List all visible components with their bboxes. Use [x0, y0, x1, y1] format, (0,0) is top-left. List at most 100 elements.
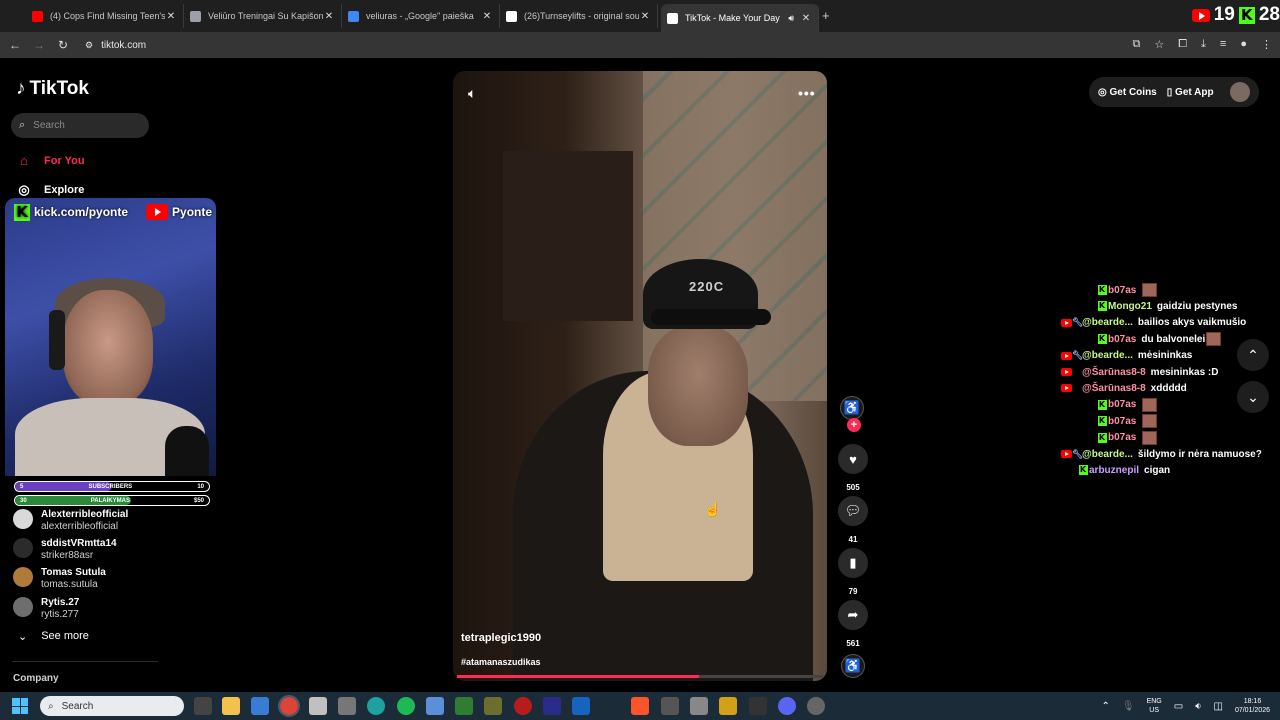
more-options-icon[interactable]: •••	[798, 85, 816, 101]
reload-icon[interactable]: ↻	[51, 38, 75, 52]
clock[interactable]: 18:16 07/01/2026	[1235, 697, 1270, 715]
taskbar-search[interactable]: ⌕ Search	[40, 696, 184, 716]
video-player[interactable]: 220C 🔈︎ ••• tetraplegic1990 #atamanaszud…	[453, 71, 827, 681]
app-icon[interactable]	[514, 697, 532, 715]
browser-tab[interactable]: (4) Cops Find Missing Teen's Bo✕	[26, 4, 184, 28]
tiktok-icon	[506, 10, 517, 22]
get-coins-button[interactable]: ◎ Get Coins	[1098, 87, 1157, 98]
nav-for-you[interactable]: ⌂ For You	[16, 153, 84, 168]
close-tab-icon[interactable]: ✕	[323, 11, 335, 22]
close-tab-icon[interactable]: ✕	[481, 11, 493, 22]
comment-action[interactable]: 💬︎ 41	[838, 496, 868, 544]
tiktok-logo-text: TikTok	[29, 78, 89, 99]
kick-icon: K	[1238, 6, 1255, 24]
app-icon[interactable]	[661, 697, 679, 715]
app-icon[interactable]	[572, 697, 590, 715]
following-account[interactable]: Alexterribleofficial alexterribleofficial	[13, 509, 128, 533]
phone-icon: ▯	[1166, 86, 1173, 98]
app-icon[interactable]	[484, 697, 502, 715]
task-view-icon[interactable]	[194, 697, 212, 715]
share-icon[interactable]: ➦	[838, 600, 868, 630]
browser-menu-icon[interactable]: ⋮	[1261, 38, 1272, 51]
tray-chevron-up-icon[interactable]: ⌃	[1101, 701, 1109, 712]
file-explorer-icon[interactable]	[222, 697, 240, 715]
browser-tab[interactable]: TikTok - Make Your Day 🔊︎ ✕	[661, 4, 819, 32]
app-icon[interactable]	[690, 697, 708, 715]
comment-count: 41	[848, 535, 858, 544]
follow-plus-button[interactable]: +	[847, 418, 861, 432]
close-tab-icon[interactable]: ✕	[165, 11, 177, 22]
following-account[interactable]: sddistVRmtta14 striker88asr	[13, 538, 117, 562]
chevron-down-icon: ⌄	[1247, 388, 1259, 405]
video-hashtag[interactable]: #atamanaszudikas	[461, 657, 541, 667]
share-action[interactable]: ➦ 561	[838, 600, 868, 648]
display-icon[interactable]: ▭	[1174, 701, 1183, 712]
following-account[interactable]: Tomas Sutula tomas.sutula	[13, 567, 106, 591]
chat-message: 🔧︎ @bearde... šildymo ir nėra namuose?	[1060, 446, 1262, 462]
video-progress-bar[interactable]	[457, 675, 823, 678]
spotify-icon[interactable]	[397, 697, 415, 715]
browser-tab[interactable]: (26)Turnseylifts - original sound ✕	[500, 4, 658, 28]
media-control-icon[interactable]: ≡	[1220, 38, 1226, 51]
tab-audio-icon[interactable]: 🔊︎	[788, 13, 794, 24]
company-link[interactable]: Company	[13, 673, 59, 684]
profile-avatar[interactable]	[1230, 82, 1250, 102]
language-indicator[interactable]: ENG US	[1147, 697, 1162, 715]
see-more-button[interactable]: ⌄ See more	[18, 630, 89, 643]
chrome-icon[interactable]	[278, 695, 300, 717]
back-arrow-icon[interactable]: ←	[3, 38, 27, 52]
new-tab-button[interactable]: +	[822, 8, 830, 23]
download-icon[interactable]: ⤓	[1201, 38, 1206, 51]
store-icon[interactable]	[251, 697, 269, 715]
app-icon[interactable]	[455, 697, 473, 715]
search-input[interactable]: ⌕ Search	[11, 113, 149, 138]
account-handle: tomas.sutula	[41, 579, 98, 590]
chat-message: 🔧︎ @bearde... bailios akys vaikmušio	[1060, 315, 1246, 331]
url-field[interactable]: ⚙ tiktok.com	[85, 40, 146, 51]
edge-icon[interactable]	[367, 697, 385, 715]
chat-emote-icon	[1142, 430, 1158, 445]
profile-icon[interactable]: ●	[1240, 38, 1247, 51]
obs-icon[interactable]	[807, 697, 825, 715]
photos-icon[interactable]	[426, 697, 444, 715]
site-info-icon[interactable]: ⚙	[85, 40, 93, 51]
music-disc-icon[interactable]: ♿	[841, 654, 865, 678]
premiere-icon[interactable]	[543, 697, 561, 715]
youtube-channel: Pyonte	[172, 205, 213, 219]
comment-icon[interactable]: 💬︎	[838, 496, 868, 526]
snipping-tool-icon[interactable]	[309, 697, 327, 715]
nav-explore[interactable]: ◎ Explore	[16, 182, 84, 198]
like-action[interactable]: ♥ 505	[838, 444, 868, 492]
tiktok-logo[interactable]: ♪ TikTok	[16, 78, 89, 100]
video-author[interactable]: tetraplegic1990	[461, 632, 541, 644]
browser-tab[interactable]: veliuras - „Google" paieška ✕	[342, 4, 500, 28]
avatar	[13, 538, 33, 558]
save-action[interactable]: ▮ 79	[838, 548, 868, 596]
brave-icon[interactable]	[631, 697, 649, 715]
volume-icon[interactable]: 🔈︎	[468, 85, 476, 102]
app-icon[interactable]	[749, 697, 767, 715]
kick-viewer-count: 28	[1258, 4, 1280, 25]
close-tab-icon[interactable]: ✕	[800, 13, 812, 24]
close-tab-icon[interactable]: ✕	[639, 11, 651, 22]
app-icon[interactable]	[338, 697, 356, 715]
network-icon[interactable]: ◫	[1214, 701, 1223, 712]
app-icon[interactable]	[719, 697, 737, 715]
forward-arrow-icon[interactable]: →	[27, 38, 51, 52]
following-account[interactable]: Rytis.27 rytis.277	[13, 597, 79, 621]
bookmark-star-icon[interactable]: ☆	[1154, 38, 1164, 51]
discord-icon[interactable]	[778, 697, 796, 715]
volume-icon[interactable]: 🔉︎	[1195, 701, 1201, 712]
windows-start-icon[interactable]	[12, 698, 28, 714]
chat-username: b07as	[1108, 284, 1137, 296]
next-video-button[interactable]: ⌄	[1237, 381, 1269, 413]
heart-icon[interactable]: ♥	[838, 444, 868, 474]
extensions-icon[interactable]: ⧠	[1178, 38, 1187, 51]
install-app-icon[interactable]: ⧉	[1133, 38, 1141, 51]
author-avatar[interactable]: ♿	[840, 396, 864, 420]
bookmark-icon[interactable]: ▮	[838, 548, 868, 578]
microphone-icon[interactable]: 🎙︎	[1122, 701, 1135, 712]
browser-tab[interactable]: Veliūro Treningai Su Kapišonu - ✕	[184, 4, 342, 28]
get-app-button[interactable]: ▯ Get App	[1167, 87, 1214, 98]
previous-video-button[interactable]: ⌃	[1237, 339, 1269, 371]
